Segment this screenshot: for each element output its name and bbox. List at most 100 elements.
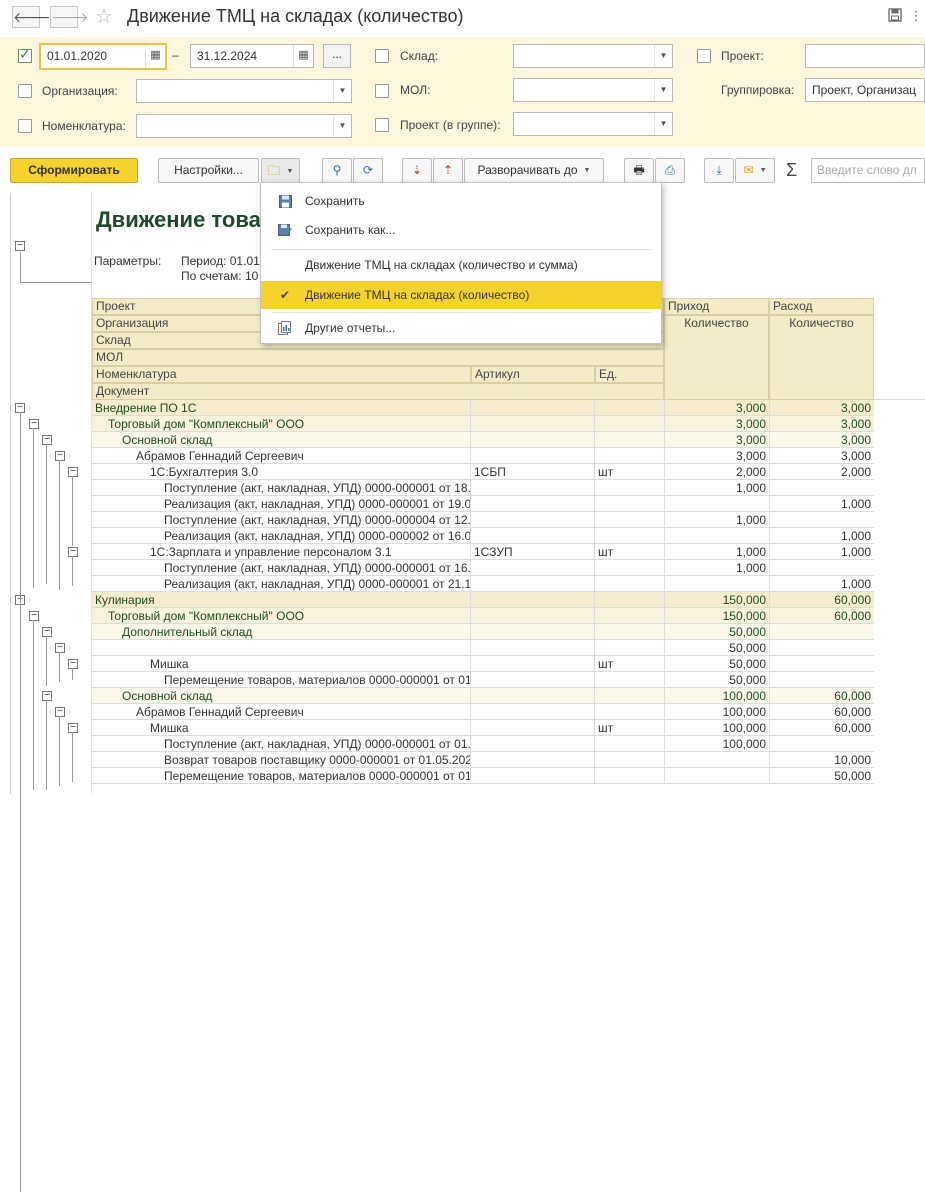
print-preview-button[interactable]: ⎙ (655, 158, 685, 183)
params-period: Период: 01.01 (181, 254, 260, 268)
table-row[interactable]: Абрамов Геннадий Сергеевич 100,000 60,000 (92, 704, 874, 720)
row-expense (769, 512, 874, 528)
warehouse-checkbox[interactable] (375, 49, 389, 63)
table-row[interactable]: Перемещение товаров, материалов 0000-000… (92, 768, 874, 784)
send-email-button[interactable]: ✉ ▼ (735, 158, 775, 183)
row-name: Реализация (акт, накладная, УПД) 0000-00… (164, 529, 470, 543)
collapse-toggle[interactable]: − (42, 435, 52, 445)
row-expense: 10,000 (769, 752, 874, 768)
organization-field[interactable]: ▼ (136, 79, 352, 103)
project-group-checkbox[interactable] (375, 118, 389, 132)
period-from-field[interactable]: 01.01.2020 ▦ (39, 43, 167, 70)
table-row[interactable]: 50,000 (92, 640, 874, 656)
collapse-toggle[interactable]: − (15, 241, 25, 251)
table-row[interactable]: Реализация (акт, накладная, УПД) 0000-00… (92, 576, 874, 592)
row-unit (594, 688, 664, 704)
period-checkbox[interactable] (18, 46, 32, 63)
collapse-toggle[interactable]: − (42, 627, 52, 637)
table-row[interactable]: 1С:Бухгалтерия 3.0 1СБП шт 2,000 2,000 (92, 464, 874, 480)
chevron-down-icon[interactable]: ▼ (333, 115, 351, 137)
period-select-button[interactable]: ... (323, 44, 351, 68)
collapse-toggle[interactable]: − (55, 643, 65, 653)
chevron-down-icon[interactable]: ▼ (333, 80, 351, 102)
grouping-field[interactable]: Проект, Организац (805, 78, 925, 102)
collapse-toggle[interactable]: − (55, 707, 65, 717)
expand-to-button[interactable]: Разворачивать до ▼ (464, 158, 604, 183)
table-row[interactable]: Абрамов Геннадий Сергеевич 3,000 3,000 (92, 448, 874, 464)
chevron-down-icon[interactable]: ▼ (654, 79, 672, 101)
collapse-toggle[interactable]: − (42, 691, 52, 701)
row-unit (594, 752, 664, 768)
row-income: 1,000 (664, 560, 769, 576)
row-income (664, 752, 769, 768)
table-row[interactable]: Реализация (акт, накладная, УПД) 0000-00… (92, 496, 874, 512)
nomenclature-field[interactable]: ▼ (136, 114, 352, 138)
find-next-button[interactable]: ⟳ (353, 158, 383, 183)
table-row[interactable]: Основной склад 3,000 3,000 (92, 432, 874, 448)
table-row[interactable]: 1С:Зарплата и управление персоналом 3.1 1… (92, 544, 874, 560)
project-field[interactable] (805, 44, 925, 68)
table-row[interactable]: Внедрение ПО 1С 3,000 3,000 (92, 400, 874, 416)
tree-line (20, 412, 21, 1192)
row-name: Торговый дом "Комплексный" ООО (108, 609, 305, 623)
forward-button[interactable]: 🡒 (50, 6, 89, 28)
chevron-down-icon[interactable]: ▼ (654, 113, 672, 135)
mol-checkbox[interactable] (375, 84, 389, 98)
table-row[interactable]: Мишка шт 50,000 (92, 656, 874, 672)
table-row[interactable]: Поступление (акт, накладная, УПД) 0000-0… (92, 736, 874, 752)
arrow-right-icon: 🡒 (51, 9, 89, 25)
warehouse-field[interactable]: ▼ (513, 44, 673, 68)
back-button[interactable]: 🡐 (12, 6, 51, 28)
collapse-toggle[interactable]: − (68, 467, 78, 477)
row-unit (594, 592, 664, 608)
collapse-toggle[interactable]: − (68, 723, 78, 733)
favorite-star-icon[interactable]: ☆ (95, 5, 113, 29)
table-row[interactable]: Торговый дом "Комплексный" ООО 150,000 60,… (92, 608, 874, 624)
menu-item-other-reports[interactable]: Другие отчеты... (261, 314, 661, 342)
expand-to-label: Разворачивать до (477, 163, 578, 177)
table-row[interactable]: Мишка шт 100,000 60,000 (92, 720, 874, 736)
calendar-icon[interactable]: ▦ (145, 45, 165, 68)
menu-item-variant-qty-sum[interactable]: Движение ТМЦ на складах (количество и су… (261, 251, 661, 279)
table-row[interactable]: Реализация (акт, накладная, УПД) 0000-00… (92, 528, 874, 544)
more-vertical-icon[interactable]: ⋮ (908, 8, 924, 24)
table-row[interactable]: Поступление (акт, накладная, УПД) 0000-0… (92, 512, 874, 528)
mol-field[interactable]: ▼ (513, 78, 673, 102)
table-row[interactable]: Поступление (акт, накладная, УПД) 0000-0… (92, 480, 874, 496)
collapse-toggle[interactable]: − (29, 611, 39, 621)
table-row[interactable]: Перемещение товаров, материалов 0000-000… (92, 672, 874, 688)
expand-all-button[interactable]: ⇣ (402, 158, 432, 183)
settings-button[interactable]: Настройки... (158, 158, 259, 183)
table-row[interactable]: Кулинария 150,000 60,000 (92, 592, 874, 608)
report-variants-button[interactable]: 🗀 ▼ (261, 158, 300, 183)
project-group-field[interactable]: ▼ (513, 112, 673, 136)
save-file-button[interactable]: ⤓ (704, 158, 734, 183)
print-button[interactable]: 🖶 (624, 158, 654, 183)
table-row[interactable]: Дополнительный склад 50,000 (92, 624, 874, 640)
calendar-icon[interactable]: ▦ (293, 45, 313, 67)
period-to-field[interactable]: 31.12.2024 ▦ (190, 44, 314, 68)
menu-item-save[interactable]: Сохранить (261, 187, 661, 215)
table-row[interactable]: Возврат товаров поставщику 0000-000001 о… (92, 752, 874, 768)
sum-icon[interactable]: Σ (786, 160, 797, 181)
row-unit (594, 416, 664, 432)
floppy-disk-icon[interactable] (887, 8, 903, 24)
collapse-toggle[interactable]: − (68, 547, 78, 557)
menu-item-variant-qty[interactable]: ✔ Движение ТМЦ на складах (количество) (261, 281, 661, 309)
collapse-toggle[interactable]: − (55, 451, 65, 461)
collapse-toggle[interactable]: − (29, 419, 39, 429)
collapse-toggle[interactable]: − (68, 659, 78, 669)
organization-checkbox[interactable] (18, 84, 32, 98)
generate-button[interactable]: Сформировать (10, 158, 138, 183)
find-button[interactable]: ⚲ (322, 158, 352, 183)
row-unit: шт (594, 544, 664, 560)
table-row[interactable]: Торговый дом "Комплексный" ООО 3,000 3,000 (92, 416, 874, 432)
table-row[interactable]: Основной склад 100,000 60,000 (92, 688, 874, 704)
search-input[interactable]: Введите слово дл (811, 158, 925, 183)
menu-item-save-as[interactable]: Сохранить как... (261, 216, 661, 244)
chevron-down-icon[interactable]: ▼ (654, 45, 672, 67)
collapse-all-button[interactable]: ⇡ (433, 158, 463, 183)
nomenclature-checkbox[interactable] (18, 119, 32, 133)
project-checkbox[interactable] (697, 49, 711, 63)
table-row[interactable]: Поступление (акт, накладная, УПД) 0000-0… (92, 560, 874, 576)
